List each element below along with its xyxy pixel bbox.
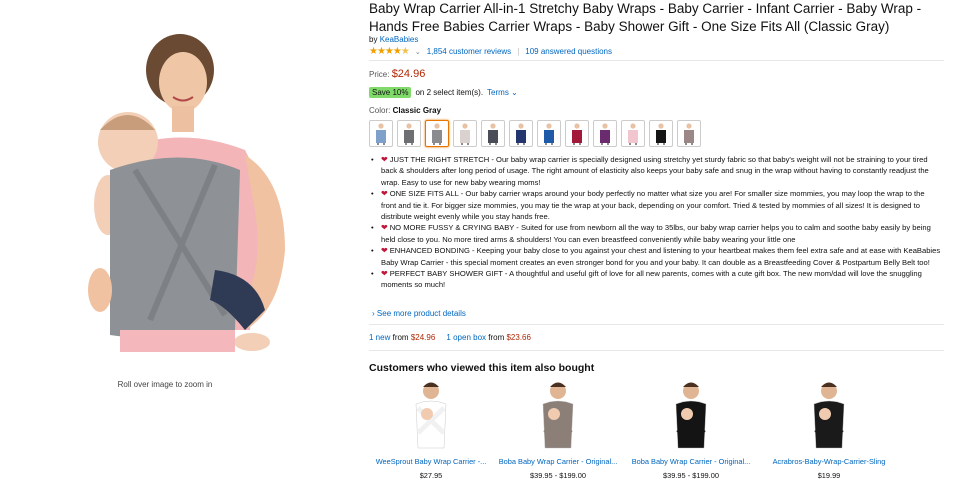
feature-heading: ONE SIZE FITS ALL - bbox=[389, 189, 464, 199]
separator: | bbox=[517, 47, 520, 56]
price-label: Price: bbox=[369, 70, 390, 79]
selected-color: Classic Gray bbox=[392, 106, 442, 115]
swatch-thumbnail bbox=[516, 122, 526, 145]
new-offers-price: $24.96 bbox=[410, 333, 436, 342]
feature-bullet: ❤ENHANCED BONDING - Keeping your baby cl… bbox=[369, 245, 941, 268]
brand-prefix: by bbox=[369, 35, 378, 44]
color-swatch[interactable] bbox=[481, 120, 505, 147]
also-bought-item[interactable]: Boba Baby Wrap Carrier - Original... $39.… bbox=[498, 378, 618, 480]
chevron-down-icon[interactable]: ⌄ bbox=[415, 48, 421, 56]
feature-heading: ENHANCED BONDING - bbox=[389, 246, 475, 256]
feature-heading: PERFECT BABY SHOWER GIFT - bbox=[389, 269, 508, 279]
swatch-thumbnail bbox=[404, 122, 414, 145]
see-more-label: See more product details bbox=[376, 309, 466, 318]
promotion-text: on 2 select item(s). bbox=[415, 88, 484, 97]
swatch-thumbnail bbox=[656, 122, 666, 145]
color-label-text: Color: bbox=[369, 106, 391, 115]
product-title: Baby Wrap Carrier All-in-1 Stretchy Baby… bbox=[369, 1, 922, 34]
also-bought-name[interactable]: Boba Baby Wrap Carrier - Original... bbox=[498, 457, 618, 466]
new-from-text: from bbox=[392, 333, 409, 342]
main-product-image[interactable] bbox=[40, 30, 330, 360]
heart-icon: ❤ bbox=[381, 155, 388, 164]
feature-heading: JUST THE RIGHT STRETCH - bbox=[389, 155, 494, 164]
also-bought-name[interactable]: WeeSprout Baby Wrap Carrier -... bbox=[371, 457, 491, 466]
also-bought-item[interactable]: WeeSprout Baby Wrap Carrier -... $27.95 bbox=[371, 378, 491, 480]
product-photo bbox=[88, 34, 285, 352]
also-bought-image[interactable] bbox=[396, 378, 466, 453]
terms-link[interactable]: Terms ⌄ bbox=[487, 88, 518, 97]
swatch-thumbnail bbox=[432, 122, 442, 145]
also-bought-image[interactable] bbox=[523, 378, 593, 453]
open-box-price: $23.66 bbox=[506, 333, 531, 342]
also-bought-image[interactable] bbox=[656, 378, 726, 453]
feature-bullet: ❤PERFECT BABY SHOWER GIFT - A thoughtful… bbox=[369, 268, 941, 291]
color-swatch[interactable] bbox=[509, 120, 533, 147]
customer-reviews-link[interactable]: 1,854 customer reviews bbox=[427, 47, 511, 56]
also-bought-item[interactable]: Acrabros-Baby-Wrap-Carrier-Sling $19.99 bbox=[769, 378, 889, 480]
feature-text: Our baby carrier wraps around your body … bbox=[381, 189, 925, 222]
color-swatch[interactable] bbox=[677, 120, 701, 147]
open-box-from-text: from bbox=[488, 333, 505, 342]
also-bought-title: Customers who viewed this item also boug… bbox=[369, 362, 595, 374]
also-bought-image[interactable] bbox=[794, 378, 864, 453]
heart-icon: ❤ bbox=[381, 223, 388, 233]
heart-icon: ❤ bbox=[381, 269, 388, 279]
feature-bullet: ❤ONE SIZE FITS ALL - Our baby carrier wr… bbox=[369, 188, 941, 222]
feature-bullet: ❤NO MORE FUSSY & CRYING BABY - Suited fo… bbox=[369, 222, 941, 245]
also-bought-item[interactable]: Boba Baby Wrap Carrier - Original... $39.… bbox=[631, 378, 751, 480]
save-badge: Save 10% bbox=[369, 87, 412, 98]
color-label: Color: Classic Gray bbox=[369, 106, 441, 115]
color-swatch[interactable] bbox=[537, 120, 561, 147]
swatch-thumbnail bbox=[600, 122, 610, 145]
promotion-row: Save 10% on 2 select item(s). Terms ⌄ bbox=[369, 87, 518, 98]
swatch-thumbnail bbox=[488, 122, 498, 145]
chevron-down-icon: ⌄ bbox=[511, 88, 518, 97]
also-bought-name[interactable]: Boba Baby Wrap Carrier - Original... bbox=[631, 457, 751, 466]
also-bought-price: $39.95 - $199.00 bbox=[663, 471, 719, 480]
color-swatch[interactable] bbox=[593, 120, 617, 147]
also-bought-price: $27.95 bbox=[419, 471, 443, 480]
swatch-thumbnail bbox=[572, 122, 582, 145]
see-more-details-link[interactable]: › See more product details bbox=[372, 309, 466, 318]
divider bbox=[369, 350, 944, 351]
swatch-thumbnail bbox=[544, 122, 554, 145]
swatch-thumbnail bbox=[628, 122, 638, 145]
brand-link[interactable]: KeaBabies bbox=[380, 35, 419, 44]
color-swatch[interactable] bbox=[397, 120, 421, 147]
divider bbox=[369, 324, 944, 325]
new-offers-link[interactable]: 1 new bbox=[369, 333, 390, 342]
star-rating-icon[interactable]: ★★★★★ bbox=[369, 46, 410, 57]
chevron-right-icon: › bbox=[372, 309, 375, 318]
also-bought-price: $19.99 bbox=[817, 471, 841, 480]
feature-heading: NO MORE FUSSY & CRYING BABY - bbox=[389, 223, 519, 233]
price-value: $24.96 bbox=[391, 68, 426, 80]
price-row: Price: $24.96 bbox=[369, 68, 425, 80]
heart-icon: ❤ bbox=[381, 246, 388, 256]
answered-questions-link[interactable]: 109 answered questions bbox=[525, 47, 612, 56]
feature-bullets: ❤JUST THE RIGHT STRETCH - Our baby wrap … bbox=[369, 154, 941, 291]
divider bbox=[369, 60, 944, 61]
color-swatches bbox=[369, 120, 701, 147]
color-swatch[interactable] bbox=[369, 120, 393, 147]
swatch-thumbnail bbox=[684, 122, 694, 145]
rating-row: ★★★★★ ⌄ 1,854 customer reviews | 109 ans… bbox=[369, 46, 612, 57]
also-bought-price: $39.95 - $199.00 bbox=[530, 471, 586, 480]
heart-icon: ❤ bbox=[381, 189, 388, 199]
color-swatch[interactable] bbox=[621, 120, 645, 147]
also-bought-name[interactable]: Acrabros-Baby-Wrap-Carrier-Sling bbox=[769, 457, 889, 466]
color-swatch[interactable] bbox=[565, 120, 589, 147]
swatch-thumbnail bbox=[376, 122, 386, 145]
feature-bullet: ❤JUST THE RIGHT STRETCH - Our baby wrap … bbox=[369, 154, 941, 188]
brand-line: by KeaBabies bbox=[369, 35, 418, 44]
swatch-thumbnail bbox=[460, 122, 470, 145]
open-box-link[interactable]: 1 open box bbox=[446, 333, 486, 342]
color-swatch[interactable] bbox=[425, 120, 449, 147]
color-swatch[interactable] bbox=[649, 120, 673, 147]
color-swatch[interactable] bbox=[453, 120, 477, 147]
zoom-hint: Roll over image to zoom in bbox=[117, 380, 213, 389]
offers-row: 1 new from $24.96 1 open box from $23.66 bbox=[369, 333, 531, 342]
